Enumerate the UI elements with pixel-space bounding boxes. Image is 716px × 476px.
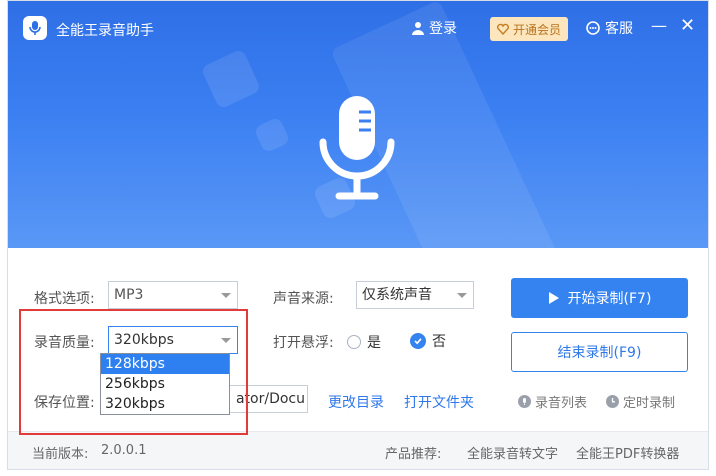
quality-option[interactable]: 320kbps xyxy=(101,394,229,414)
quality-select[interactable]: 320kbps xyxy=(108,326,238,354)
product-link-pdf[interactable]: 全能王PDF转换器 xyxy=(576,443,679,462)
quality-value: 320kbps xyxy=(114,332,174,348)
login-label: 登录 xyxy=(429,21,457,37)
quality-option[interactable]: 128kbps xyxy=(101,354,229,374)
recommend-label: 产品推荐: xyxy=(385,447,442,462)
quality-label: 录音质量: xyxy=(34,335,95,351)
float-yes-label: 是 xyxy=(367,335,381,351)
quality-dropdown-list: 128kbps 256kbps 320kbps xyxy=(100,353,230,415)
app-logo-icon xyxy=(23,16,47,40)
version-value: 2.0.0.1 xyxy=(101,443,147,458)
record-list-label: 录音列表 xyxy=(535,396,588,411)
app-title: 全能王录音助手 xyxy=(56,23,154,39)
product-link-transcribe[interactable]: 全能录音转文字 xyxy=(467,443,558,462)
source-value: 仅系统声音 xyxy=(362,287,432,303)
change-directory-link[interactable]: 更改目录 xyxy=(328,392,384,412)
version-label: 当前版本: xyxy=(32,447,89,462)
decor-shape xyxy=(200,48,262,110)
minimize-button[interactable]: — xyxy=(651,16,667,35)
start-recording-button[interactable]: 开始录制(F7) xyxy=(511,278,688,318)
float-label: 打开悬浮: xyxy=(273,335,334,351)
mic-small-icon xyxy=(518,395,531,408)
record-list-button[interactable]: 录音列表 xyxy=(518,392,587,411)
chevron-down-icon xyxy=(457,293,467,298)
float-yes-radio[interactable]: 是 xyxy=(347,332,381,352)
user-icon xyxy=(412,22,424,35)
quality-option[interactable]: 256kbps xyxy=(101,374,229,394)
stop-recording-button[interactable]: 结束录制(F9) xyxy=(511,332,688,372)
open-folder-link[interactable]: 打开文件夹 xyxy=(404,392,474,412)
save-label: 保存位置: xyxy=(34,395,95,411)
radio-unchecked-icon xyxy=(347,335,361,349)
format-select[interactable]: MP3 xyxy=(108,281,238,309)
clock-icon xyxy=(606,395,619,408)
format-label: 格式选项: xyxy=(34,291,95,307)
source-select[interactable]: 仅系统声音 xyxy=(356,281,474,309)
float-no-label: 否 xyxy=(432,334,446,350)
stop-recording-label: 结束录制(F9) xyxy=(557,345,642,361)
format-value: MP3 xyxy=(114,287,144,303)
headset-icon xyxy=(586,21,600,35)
checkmark-icon xyxy=(410,333,426,349)
play-icon xyxy=(548,292,559,304)
close-button[interactable]: ✕ xyxy=(680,15,695,36)
decor-shape xyxy=(253,116,291,154)
start-recording-label: 开始录制(F7) xyxy=(567,291,652,307)
hero-banner: 全能王录音助手 登录 开通会员 客服 — ✕ xyxy=(8,1,708,248)
vip-heart-icon xyxy=(497,23,509,35)
timer-record-button[interactable]: 定时录制 xyxy=(606,392,675,411)
vip-label: 开通会员 xyxy=(513,22,562,37)
service-button[interactable]: 客服 xyxy=(585,18,633,38)
save-path-value: ator/Docu xyxy=(235,391,305,407)
float-no-radio[interactable]: 否 xyxy=(410,331,446,351)
chevron-down-icon xyxy=(221,293,231,298)
timer-record-label: 定时录制 xyxy=(623,396,676,411)
titlebar: 全能王录音助手 登录 开通会员 客服 — ✕ xyxy=(8,1,708,57)
microphone-icon xyxy=(319,96,395,200)
chevron-down-icon xyxy=(221,338,231,343)
source-label: 声音来源: xyxy=(273,291,334,307)
vip-button[interactable]: 开通会员 xyxy=(490,17,569,41)
service-label: 客服 xyxy=(605,21,633,37)
login-button[interactable]: 登录 xyxy=(411,18,457,38)
footer-bar: 当前版本: 2.0.0.1 产品推荐: 全能录音转文字 全能王PDF转换器 xyxy=(8,431,708,469)
